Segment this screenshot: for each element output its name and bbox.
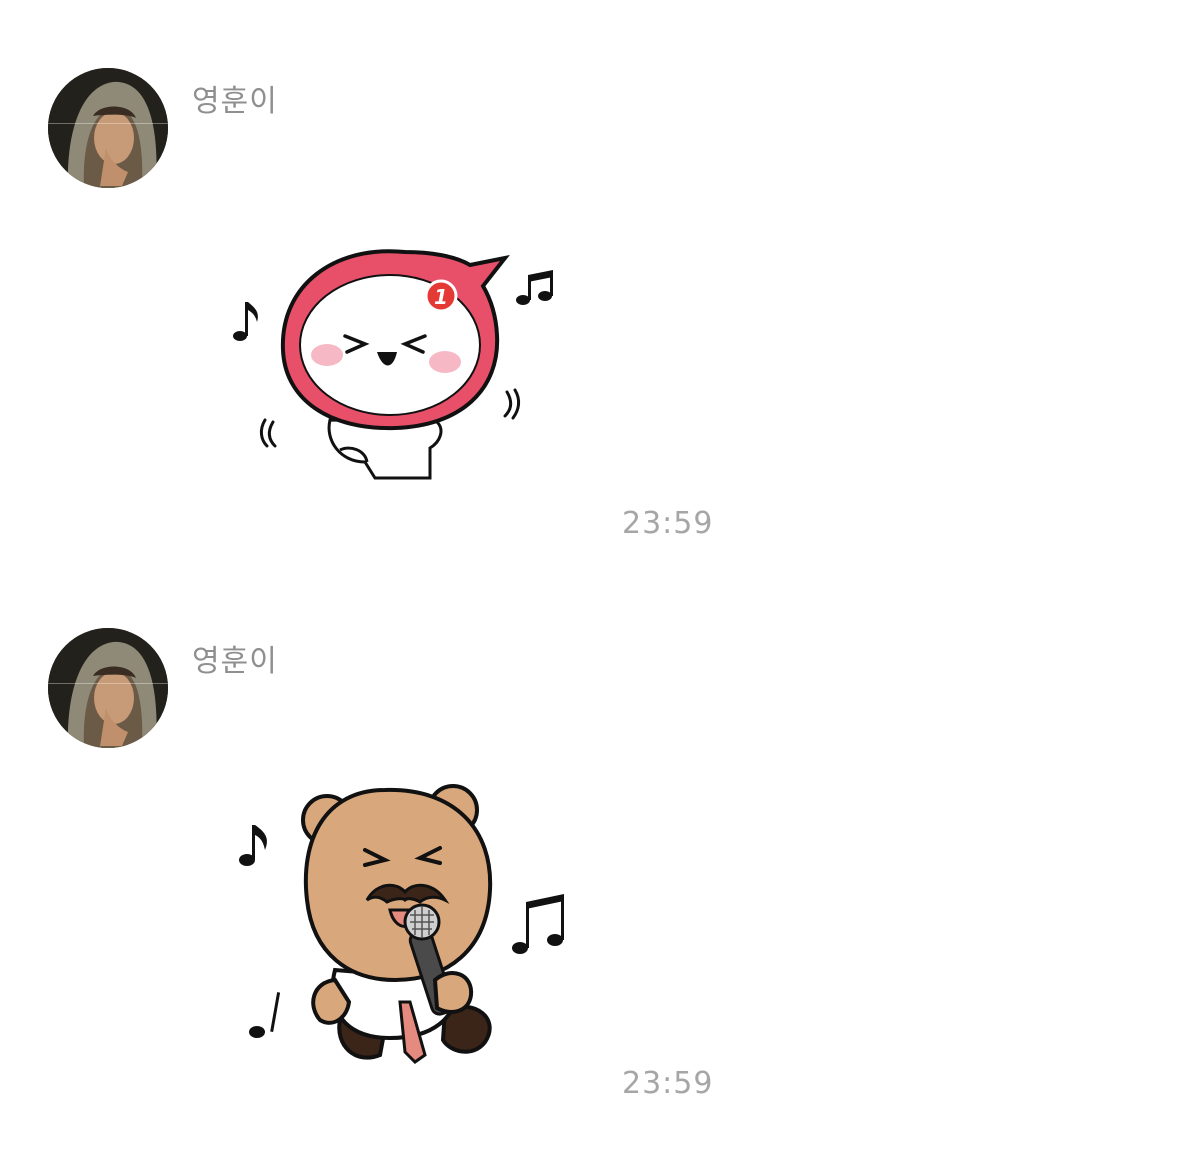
pink-speech-bubble-dancing-sticker: 1 — [233, 249, 553, 480]
message-time: 23:59 — [622, 506, 714, 541]
sticker-badge-count: 1 — [434, 285, 448, 309]
double-music-note-icon — [516, 270, 553, 305]
chat-message: 영훈이 — [0, 560, 1200, 1120]
music-note-icon — [249, 992, 281, 1038]
sender-name[interactable]: 영훈이 — [192, 76, 278, 120]
mustache-bear-singing-microphone-sticker — [239, 784, 564, 1064]
sticker-message[interactable]: 1 — [215, 230, 585, 500]
double-music-note-icon — [512, 894, 564, 954]
profile-photo-avatar — [48, 68, 168, 188]
music-note-icon — [239, 825, 267, 866]
sender-name[interactable]: 영훈이 — [192, 636, 278, 680]
music-note-icon — [233, 302, 258, 341]
sender-avatar[interactable] — [48, 68, 168, 188]
chat-message: 영훈이 — [0, 0, 1200, 560]
sender-avatar[interactable] — [48, 628, 168, 748]
profile-photo-avatar — [48, 628, 168, 748]
sticker-message[interactable] — [215, 770, 585, 1080]
message-time: 23:59 — [622, 1066, 714, 1101]
